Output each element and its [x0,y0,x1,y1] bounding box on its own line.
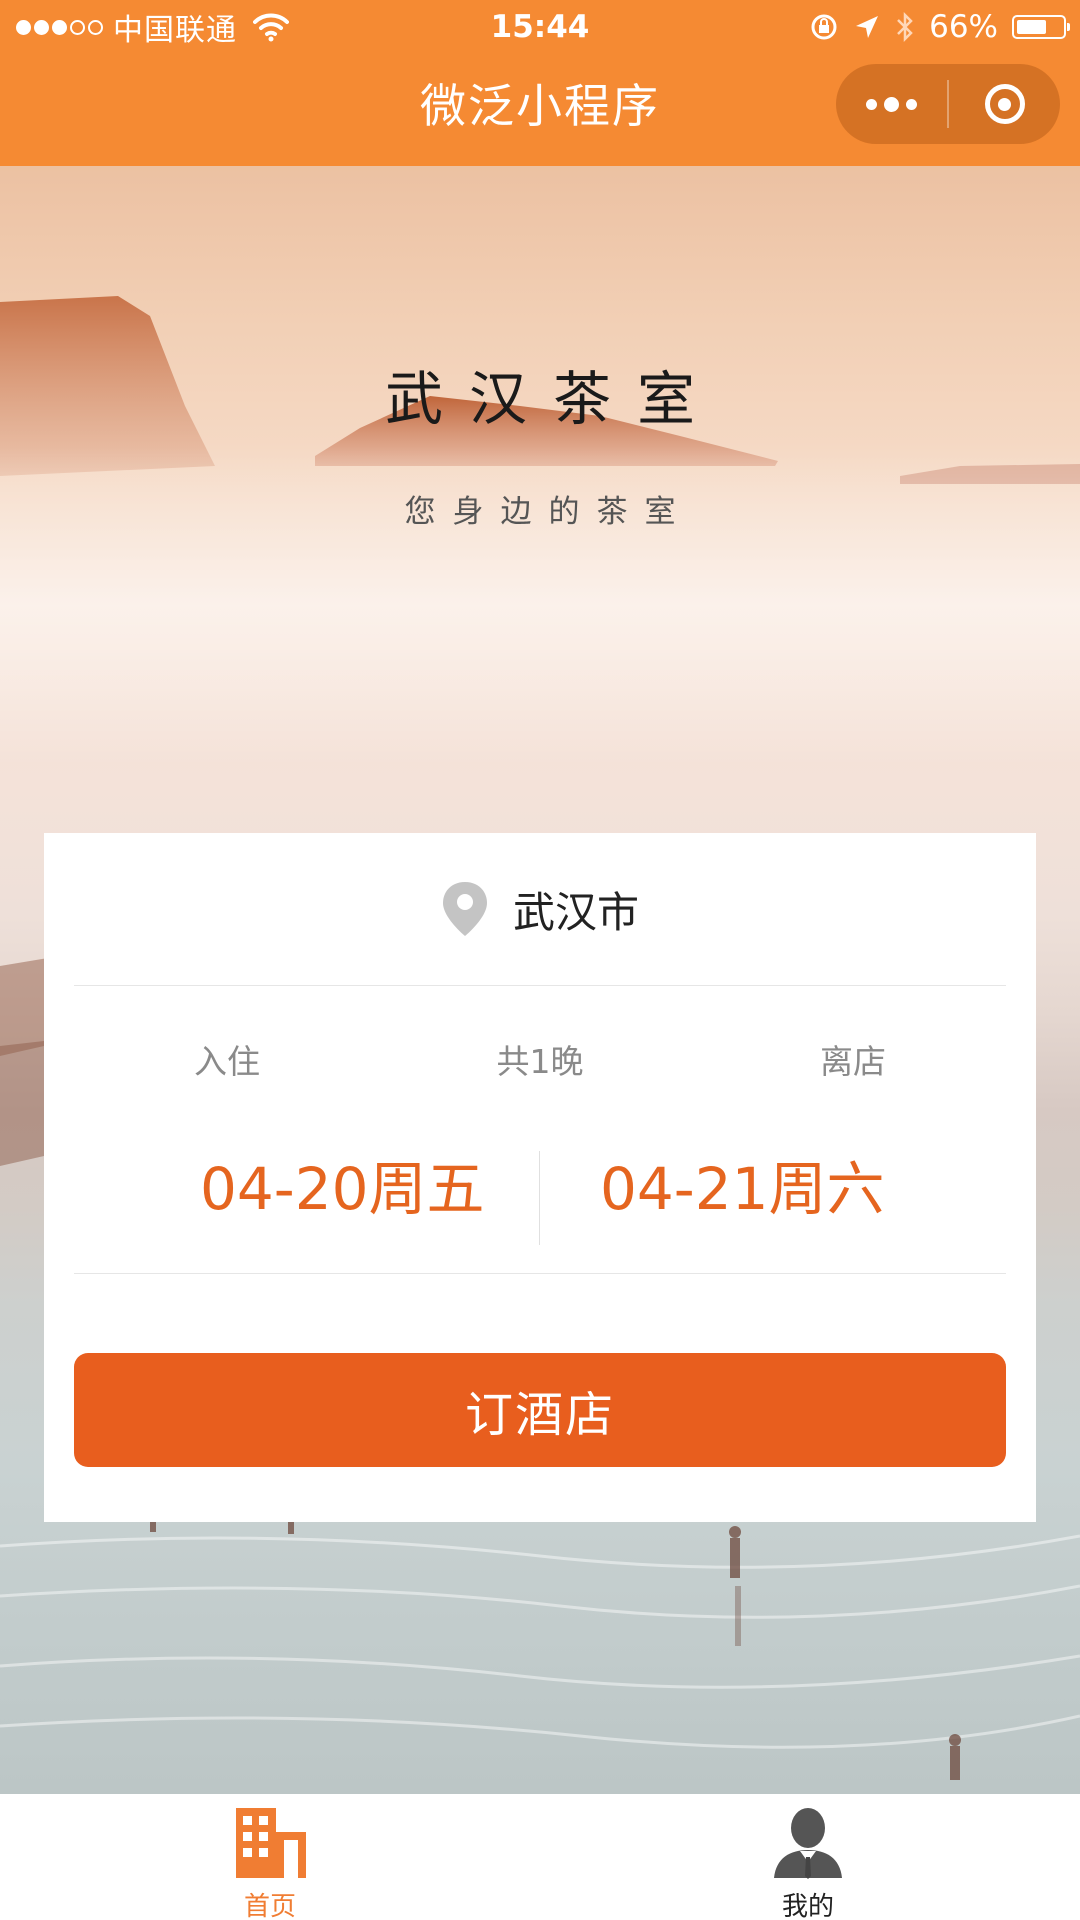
tab-bar: 首页 我的 [0,1794,1080,1920]
checkout-label: 离店 [820,1042,886,1081]
date-selector: 04-20周五 04-21周六 [74,1151,1006,1274]
date-divider [539,1151,540,1245]
checkout-date[interactable]: 04-21周六 [600,1153,885,1225]
close-miniprogram-button[interactable] [949,64,1060,144]
battery-icon [1012,15,1070,39]
more-button[interactable] [836,64,947,144]
rotation-lock-icon [811,14,837,40]
city-selector[interactable]: 武汉市 [74,833,1006,986]
hero-title: 武汉茶室 [384,365,721,433]
target-circle-icon [984,84,1025,124]
tab-mine-label: 我的 [781,1892,834,1920]
battery-percent: 66% [929,9,998,45]
date-labels: 入住 共1晚 离店 [74,1035,1006,1085]
miniprogram-capsule [836,64,1060,144]
tab-mine[interactable]: 我的 [708,1804,908,1920]
more-dots-icon [866,96,917,112]
status-right: 66% [809,6,1070,48]
app-screen: 中国联通 15:44 66% 微泛小程序 武汉茶室 您身边的茶室 武汉市 入住 … [0,0,1080,1920]
user-icon [774,1808,842,1879]
location-arrow-icon [856,16,879,38]
tab-home[interactable]: 首页 [170,1804,370,1920]
hero-subtitle: 您身边的茶室 [404,494,693,530]
bluetooth-icon [897,11,913,43]
city-name: 武汉市 [512,887,639,937]
nav-bar: 微泛小程序 [0,54,1080,166]
book-hotel-button[interactable]: 订酒店 [74,1353,1006,1467]
checkin-date[interactable]: 04-20周五 [200,1153,485,1225]
location-pin-icon [442,882,487,936]
building-icon [236,1808,306,1878]
booking-card: 武汉市 入住 共1晚 离店 04-20周五 04-21周六 订酒店 [44,833,1036,1522]
tab-home-label: 首页 [243,1892,296,1920]
status-bar: 中国联通 15:44 66% [0,0,1080,54]
